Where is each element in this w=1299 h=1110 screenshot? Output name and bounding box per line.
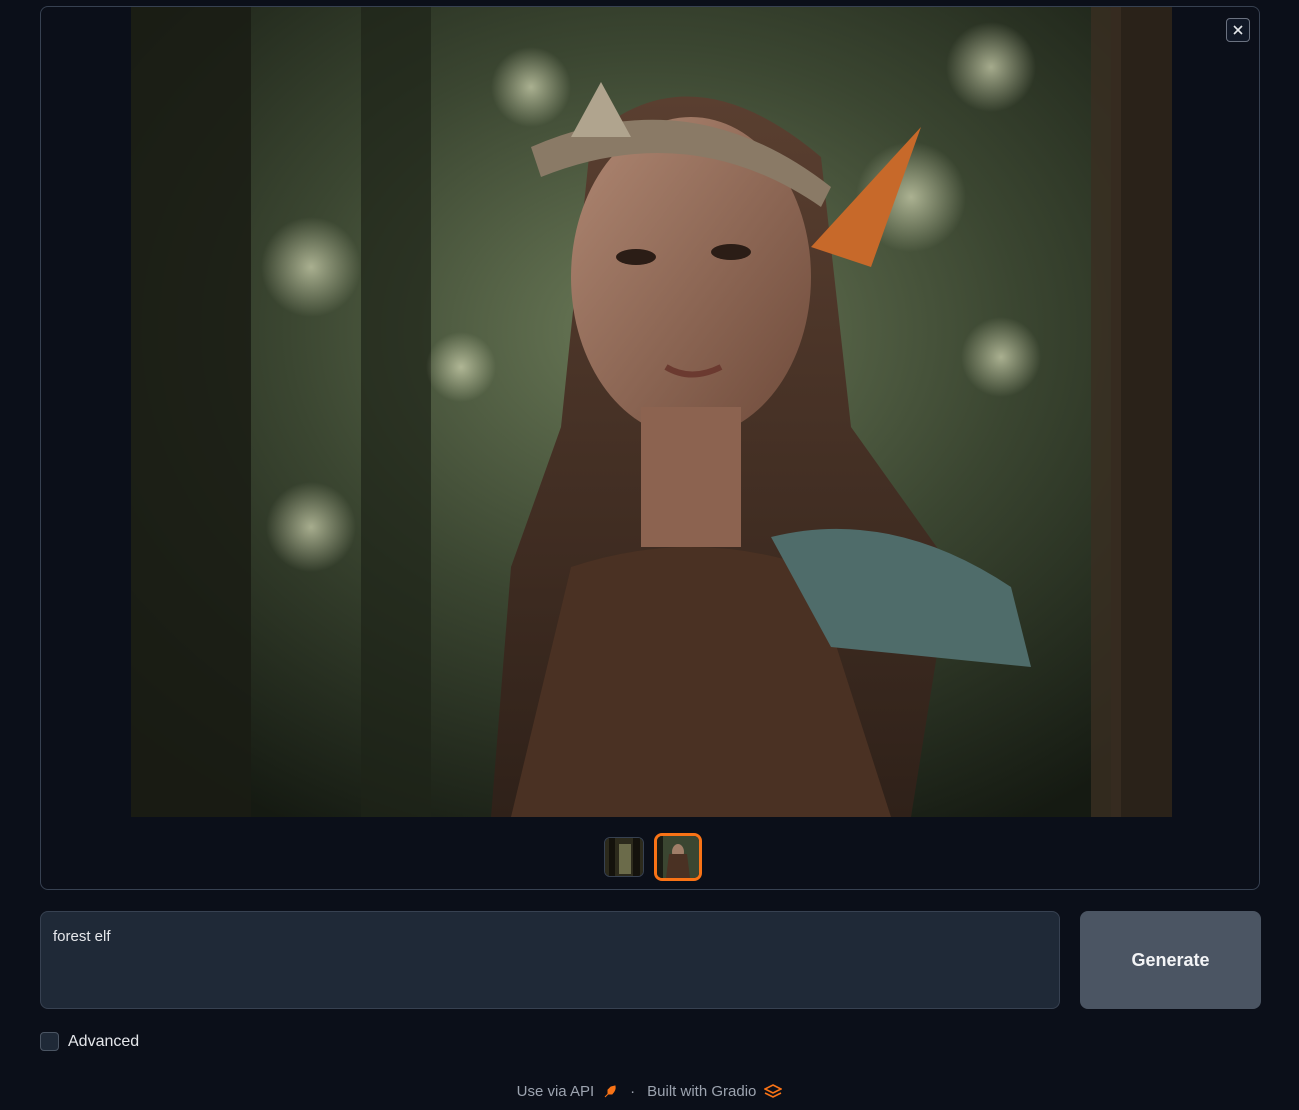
gradio-link-label: Built with Gradio xyxy=(647,1083,757,1100)
advanced-label: Advanced xyxy=(68,1032,140,1050)
footer: Use via API · Built with Gradio xyxy=(0,1083,1299,1100)
footer-separator: · xyxy=(630,1083,636,1100)
prompt-input[interactable]: forest elf xyxy=(40,911,1060,1009)
thumbnail-strip xyxy=(604,833,702,881)
image-gallery xyxy=(40,6,1260,890)
advanced-checkbox[interactable] xyxy=(40,1032,59,1051)
use-via-api-link[interactable]: Use via API xyxy=(517,1083,619,1100)
thumbnail-forest[interactable] xyxy=(604,837,644,877)
close-icon xyxy=(1233,25,1243,35)
gradio-logo-icon xyxy=(764,1083,783,1098)
generated-image[interactable] xyxy=(131,7,1172,817)
prompt-value: forest elf xyxy=(53,928,111,945)
elf-portrait-image xyxy=(131,7,1172,817)
built-with-gradio-link[interactable]: Built with Gradio xyxy=(647,1083,783,1100)
close-button[interactable] xyxy=(1226,18,1250,42)
generate-button[interactable]: Generate xyxy=(1080,911,1261,1009)
elf-thumbnail-image xyxy=(657,836,699,878)
api-link-label: Use via API xyxy=(516,1083,595,1100)
rocket-icon xyxy=(604,1084,616,1097)
advanced-toggle[interactable]: Advanced xyxy=(40,1032,139,1051)
thumbnail-elf[interactable] xyxy=(654,833,702,881)
forest-thumbnail-image xyxy=(605,838,643,876)
